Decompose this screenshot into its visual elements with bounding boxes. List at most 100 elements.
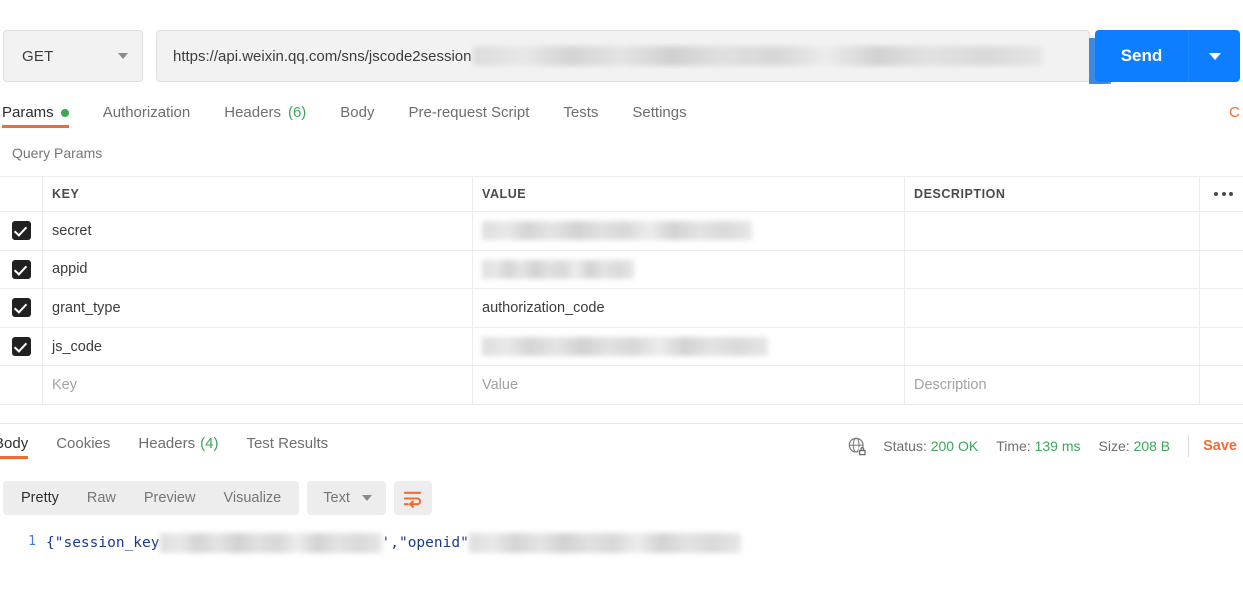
row-key-text: js_code <box>52 338 102 355</box>
url-redacted-region <box>473 46 1044 66</box>
tab-headers[interactable]: Headers (6) <box>224 96 306 135</box>
response-tab-headers[interactable]: Headers (4) <box>138 429 218 465</box>
new-key-input[interactable]: Key <box>42 366 472 404</box>
row-value-redacted <box>482 221 752 241</box>
view-raw-button[interactable]: Raw <box>73 481 130 515</box>
view-visualize-button[interactable]: Visualize <box>209 481 295 515</box>
response-tabs: Body Cookies Headers (4) Test Results <box>0 429 356 465</box>
tab-params[interactable]: Params <box>2 96 69 135</box>
table-row: secret <box>0 212 1243 251</box>
table-row: appid <box>0 250 1243 290</box>
table-row: js_code <box>0 327 1243 367</box>
checkbox-icon[interactable] <box>11 298 31 318</box>
checkbox-icon[interactable] <box>11 259 31 279</box>
row-key-cell[interactable]: grant_type <box>42 289 472 327</box>
response-tab-body[interactable]: Body <box>0 429 29 465</box>
row-value-cell[interactable]: authorization_code <box>472 289 904 327</box>
table-empty-row: Key Value Description <box>0 366 1243 405</box>
http-method-select[interactable]: GET <box>3 30 143 82</box>
row-actions-cell <box>1199 212 1243 250</box>
row-key-cell[interactable]: secret <box>42 212 472 250</box>
query-params-label: Query Params <box>12 145 103 161</box>
row-actions-cell <box>1199 289 1243 327</box>
empty-row-actions-cell <box>1199 366 1243 404</box>
response-tab-test-results-label: Test Results <box>246 435 329 452</box>
send-options-button[interactable] <box>1188 30 1240 82</box>
tab-pre-request-script[interactable]: Pre-request Script <box>409 96 530 135</box>
row-value-cell[interactable] <box>472 327 904 366</box>
time-label: Time: <box>996 438 1031 454</box>
row-key-text: secret <box>52 222 92 239</box>
row-key-cell[interactable]: appid <box>42 250 472 289</box>
save-response-button[interactable]: Save <box>1203 438 1243 454</box>
row-value-cell[interactable] <box>472 212 904 250</box>
globe-lock-icon[interactable] <box>848 437 867 456</box>
word-wrap-button[interactable] <box>393 481 432 515</box>
response-view-group: Pretty Raw Preview Visualize <box>3 481 300 515</box>
tab-settings[interactable]: Settings <box>632 96 686 135</box>
response-tab-test-results[interactable]: Test Results <box>246 429 328 465</box>
new-value-input[interactable]: Value <box>472 366 904 404</box>
response-divider <box>0 423 1243 424</box>
row-checkbox-cell[interactable] <box>0 212 42 250</box>
response-tab-cookies-label: Cookies <box>56 435 111 452</box>
response-status-strip: Status: 200 OK Time: 139 ms Size: 208 B … <box>848 433 1243 459</box>
postman-request-response-panel: GET https://api.weixin.qq.com/sns/jscode… <box>0 0 1243 610</box>
row-description-cell[interactable] <box>904 250 1199 289</box>
tab-tests[interactable]: Tests <box>563 96 598 135</box>
time-badge: Time: 139 ms <box>996 438 1080 454</box>
response-tab-body-label: Body <box>0 435 29 452</box>
line-number: 1 <box>28 534 36 549</box>
status-value: 200 OK <box>930 438 979 454</box>
row-description-cell[interactable] <box>904 212 1199 250</box>
row-description-cell[interactable] <box>904 327 1199 366</box>
response-code-line: {"session_key ',"openid" <box>46 532 741 553</box>
tab-authorization-label: Authorization <box>102 104 191 121</box>
query-params-table: KEY VALUE DESCRIPTION secret appid grant… <box>0 176 1243 405</box>
tab-body[interactable]: Body <box>340 96 374 135</box>
empty-row-checkbox-cell <box>0 366 42 404</box>
row-checkbox-cell[interactable] <box>0 328 42 366</box>
response-body-viewer[interactable]: 1 {"session_key ',"openid" <box>0 528 1243 578</box>
row-value-cell[interactable] <box>472 250 904 289</box>
chevron-down-icon <box>1208 52 1221 60</box>
checkbox-icon[interactable] <box>11 221 31 241</box>
url-input[interactable]: https://api.weixin.qq.com/sns/jscode2ses… <box>156 30 1090 82</box>
response-redacted-openid <box>468 533 741 553</box>
row-actions-cell <box>1199 327 1243 366</box>
tab-params-label: Params <box>2 104 54 121</box>
send-button[interactable]: Send <box>1095 30 1188 82</box>
bulk-edit-button[interactable] <box>1199 177 1243 211</box>
chevron-down-icon <box>118 53 128 59</box>
tab-tests-label: Tests <box>563 104 599 121</box>
status-separator <box>1188 435 1190 457</box>
row-checkbox-cell[interactable] <box>0 289 42 327</box>
tab-authorization[interactable]: Authorization <box>103 96 191 135</box>
table-row: grant_type authorization_code <box>0 289 1243 328</box>
row-key-cell[interactable]: js_code <box>42 327 472 366</box>
cookies-link[interactable]: C <box>1229 96 1243 129</box>
row-value-text: authorization_code <box>482 299 605 316</box>
response-tab-cookies[interactable]: Cookies <box>56 429 110 465</box>
time-value: 139 ms <box>1034 438 1081 454</box>
row-description-cell[interactable] <box>904 289 1199 327</box>
status-badge: Status: 200 OK <box>883 438 978 454</box>
size-label: Size: <box>1098 438 1130 454</box>
response-segment-2: ',"openid" <box>381 535 469 551</box>
row-actions-cell <box>1199 250 1243 289</box>
request-tabs: Params Authorization Headers (6) Body Pr… <box>0 96 1243 134</box>
view-pretty-button[interactable]: Pretty <box>7 481 73 515</box>
view-preview-button[interactable]: Preview <box>130 481 210 515</box>
checkbox-icon[interactable] <box>11 337 31 357</box>
response-type-select[interactable]: Text <box>307 481 386 515</box>
send-button-group: Send <box>1095 30 1240 82</box>
tab-settings-label: Settings <box>632 104 687 121</box>
new-key-placeholder: Key <box>52 377 77 394</box>
response-redacted-session-key <box>159 533 382 553</box>
new-value-placeholder: Value <box>482 377 519 394</box>
size-badge: Size: 208 B <box>1099 438 1171 454</box>
row-checkbox-cell[interactable] <box>0 251 42 289</box>
tab-headers-count: (6) <box>287 104 307 121</box>
table-header-row: KEY VALUE DESCRIPTION <box>0 177 1243 212</box>
new-description-input[interactable]: Description <box>904 366 1199 404</box>
